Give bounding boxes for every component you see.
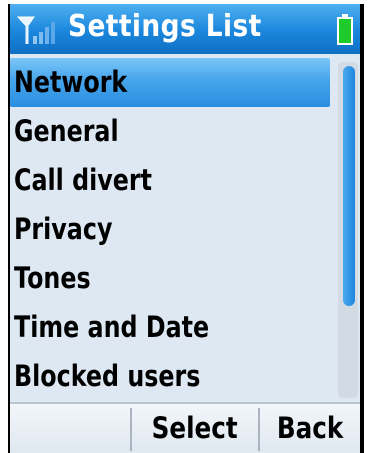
list-item-label: Tones — [14, 261, 91, 295]
list-item[interactable]: Blocked users — [10, 352, 336, 401]
phone-frame: Settings List Network General Call divert P… — [8, 4, 364, 453]
softkey-bar: Select Back — [10, 402, 360, 453]
list-item[interactable]: Privacy — [10, 205, 336, 254]
list-item[interactable]: General — [10, 107, 336, 156]
back-button[interactable]: Back — [260, 404, 360, 453]
page-title: Settings List — [68, 9, 262, 44]
list-item-label: General — [14, 114, 119, 148]
left-softkey[interactable] — [10, 404, 130, 453]
phone-screen: Settings List Network General Call divert P… — [10, 4, 360, 453]
list-item-label: Privacy — [14, 212, 113, 246]
list-item-label: Network — [14, 65, 128, 99]
scrollbar-thumb[interactable] — [343, 66, 355, 306]
select-button[interactable]: Select — [132, 404, 258, 453]
list-item-label: Call divert — [14, 163, 152, 197]
title-bar: Settings List — [10, 4, 360, 54]
list-item-label: Time and Date — [14, 310, 210, 344]
list-item[interactable]: Call divert — [10, 156, 336, 205]
select-button-label: Select — [151, 411, 239, 445]
settings-list-area: Network General Call divert Privacy Tones Tim… — [10, 54, 360, 402]
list-item-label: Blocked users — [14, 359, 201, 393]
list-item[interactable]: Time and Date — [10, 303, 336, 352]
back-button-label: Back — [276, 411, 344, 445]
list-item[interactable]: Tones — [10, 254, 336, 303]
signal-strength-icon — [16, 16, 55, 44]
settings-list: Network General Call divert Privacy Tones Tim… — [10, 58, 336, 401]
list-item[interactable]: Network — [10, 58, 330, 107]
battery-icon — [337, 14, 353, 45]
